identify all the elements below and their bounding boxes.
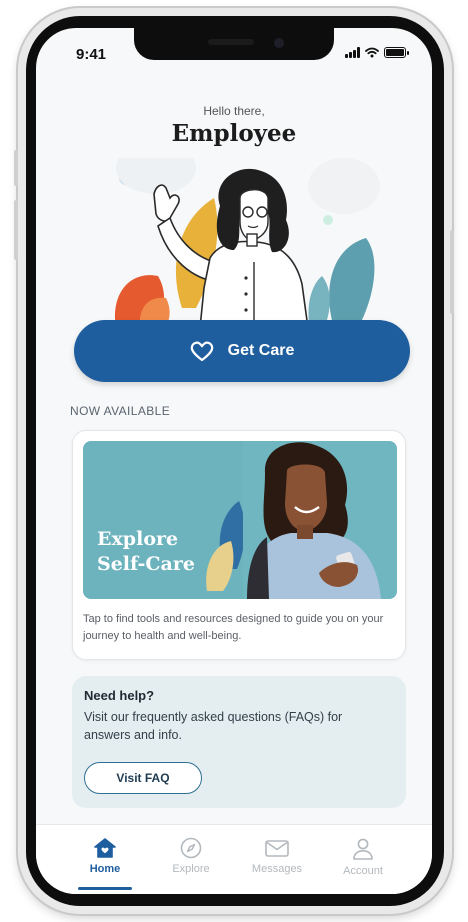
self-care-banner: Explore Self-Care	[83, 441, 397, 599]
tab-home-label: Home	[89, 863, 121, 875]
speaker	[208, 39, 254, 45]
self-care-heading: Explore Self-Care	[97, 527, 257, 577]
tab-messages-label: Messages	[251, 863, 303, 875]
tab-account[interactable]: Account	[326, 825, 400, 894]
tab-messages[interactable]: Messages	[240, 825, 314, 894]
signal-icon	[345, 47, 360, 58]
battery-icon	[384, 47, 409, 58]
get-care-label: Get Care	[227, 342, 295, 359]
volume-up-button-hw	[14, 150, 18, 186]
notch	[134, 28, 334, 60]
greeting-text: Hello there,	[203, 104, 265, 118]
now-available-label: NOW AVAILABLE	[70, 404, 171, 418]
get-care-button[interactable]: Get Care	[74, 320, 410, 382]
page-title: Employee	[171, 120, 297, 147]
explore-self-care-card[interactable]: Explore Self-Care Tap to find tools and …	[72, 430, 406, 660]
tab-explore-label: Explore	[172, 863, 210, 875]
volume-down-button-hw	[14, 200, 18, 260]
bottom-tab-bar: Home Explore Messages Account	[36, 824, 432, 894]
status-time: 9:41	[76, 46, 107, 63]
mail-icon	[265, 840, 289, 857]
compass-icon	[180, 837, 202, 859]
heart-icon	[190, 341, 213, 362]
help-panel: Need help? Visit our frequently asked qu…	[72, 676, 406, 808]
home-icon	[94, 838, 116, 858]
waving-woman-illustration	[114, 158, 380, 328]
wifi-icon	[365, 47, 379, 58]
help-text: Visit our frequently asked questions (FA…	[84, 710, 343, 742]
status-icons	[345, 47, 409, 58]
help-title: Need help?	[84, 688, 155, 703]
app-screen: 9:41 Hello there, Employee Get Care NOW …	[36, 28, 432, 894]
power-button-hw	[450, 230, 454, 314]
visit-faq-button[interactable]: Visit FAQ	[84, 762, 202, 794]
self-care-heading-line-1: Explore	[97, 528, 179, 550]
tab-home[interactable]: Home	[68, 825, 142, 894]
tab-account-label: Account	[343, 865, 383, 877]
camera	[274, 38, 284, 48]
user-icon	[353, 838, 373, 860]
tab-explore[interactable]: Explore	[154, 825, 228, 894]
self-care-heading-line-2: Self-Care	[97, 553, 195, 575]
self-care-description: Tap to find tools and resources designed…	[83, 613, 384, 642]
